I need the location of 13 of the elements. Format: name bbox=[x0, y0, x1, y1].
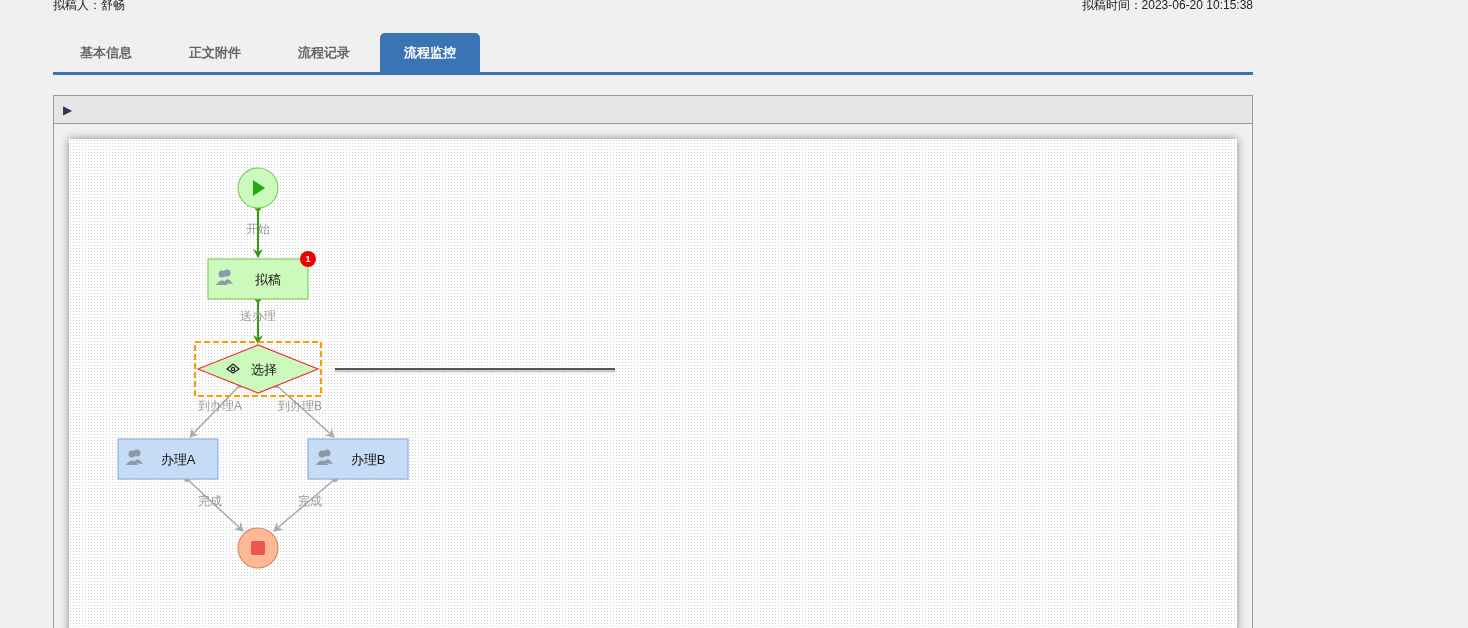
tab[interactable]: 正文附件 bbox=[162, 33, 267, 72]
node-label: 选择 bbox=[251, 362, 277, 377]
tab[interactable]: 流程记录 bbox=[271, 33, 376, 72]
tab[interactable]: 流程监控 bbox=[380, 33, 480, 72]
edge-label: 完成 bbox=[298, 494, 322, 508]
node-label: 办理A bbox=[160, 452, 196, 467]
tab[interactable]: 基本信息 bbox=[53, 33, 158, 72]
node-label: 拟稿 bbox=[255, 272, 281, 287]
badge-count: 1 bbox=[305, 254, 311, 264]
node-label: 办理B bbox=[350, 452, 386, 467]
edge-label: 到办理B bbox=[278, 399, 322, 413]
expand-toggle[interactable]: ▶ bbox=[63, 102, 73, 117]
edge-label: 完成 bbox=[198, 494, 222, 508]
